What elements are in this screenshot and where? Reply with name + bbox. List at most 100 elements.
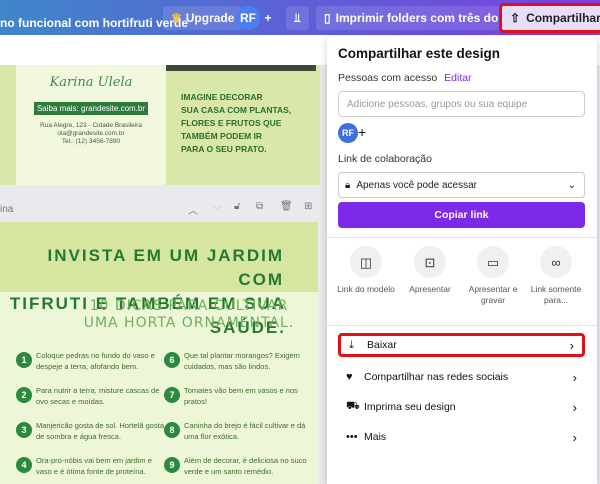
top-bar: no funcional com hortifruti verde ♛ Upgra… [0,0,600,35]
duplicate-icon[interactable]: ⧉ [256,201,263,212]
people-label: Pessoas com acesso Editar [338,72,472,84]
chevron-right-icon: › [569,337,574,353]
line: TAMBÉM PODEM IR [181,131,263,141]
access-value: Apenas você pode acessar [356,179,477,191]
avatar[interactable]: RF [338,123,358,143]
tip-number: 7 [164,387,180,403]
add-page-icon[interactable]: ⊞ [304,201,312,212]
email: ola@grandesite.com.br [57,130,125,137]
tip-item: 9 Além de decorar, é deliciosa no suco ve… [164,455,314,477]
line: PARA O SEU PRATO. [181,144,267,154]
analytics-icon[interactable]: ⫫ [286,6,309,30]
page-toolbar: ina ︿ ﹀ 🔓︎ ⧉ 🗑︎ ⊞ [0,190,325,220]
design-page-2[interactable]: INVISTA EM UM JARDIM COM TIFRUTI E TAMBÉM… [0,222,318,484]
imagine-text: IMAGINE DECORAR SUA CASA COM PLANTAS, FLOR… [181,91,316,156]
contact-panel: Karina Ulela Saiba mais: grandesite.com.… [16,65,166,185]
tip-number: 3 [16,422,32,438]
tip-item: 8 Caninha do brejo é fácil cultivar e dá … [164,420,314,442]
heart-icon: ♥ [346,371,353,383]
signature: Karina Ulela [49,75,133,90]
sub-line: UMA HORTA ORNAMENTAL. [83,315,295,331]
chevron-down-icon[interactable]: ﹀ [212,202,222,217]
subheadline: 10 DICAS PARA CULTIVAR UMA HORTA ORNAMENT… [60,298,318,332]
upgrade-button[interactable]: ♛ Upgrade [163,6,243,30]
people-text: Pessoas com acesso [338,72,438,84]
template-icon: ◫ [350,246,382,278]
option-label: Link do modelo [337,284,395,294]
plant-photo [166,65,316,71]
tip-item: 2 Para nutrir a terra, misture cascas de … [16,385,166,407]
crown-icon: ♛ [171,11,182,25]
lock-icon[interactable]: 🔓︎ [234,201,240,212]
upload-icon: ⇧ [510,11,521,25]
tip-item: 3 Manjericão gosta de sol. Hortelã gosta … [16,420,166,442]
tip-item: 1 Coloque pedras no fundo do vaso e despe… [16,350,166,372]
print-row[interactable]: ⛟ Imprima seu design › [338,395,585,419]
tip-number: 4 [16,457,32,473]
phone: Tel.: (12) 3456-7890 [61,138,121,145]
present-record-option[interactable]: ▭ Apresentar e gravar [462,246,524,306]
add-person-button[interactable]: + [258,6,278,30]
website-banner: Saiba mais: grandesite.com.br [33,102,149,115]
download-row[interactable]: ⤓ Baixar › [338,333,585,357]
row-label: Mais [364,431,387,443]
share-panel: Compartilhar este design Pessoas com ace… [327,36,597,484]
map-icon: ▯ [324,11,331,25]
tip-item: 4 Ora-pro-nóbis vai bem em jardim e vaso … [16,455,166,477]
tip-number: 9 [164,457,180,473]
download-icon: ⤓ [349,338,354,351]
design-page-1[interactable]: Karina Ulela Saiba mais: grandesite.com.… [0,65,320,185]
link-icon: ∞ [540,246,572,278]
collab-label: Link de colaboração [338,153,432,165]
headline-line: INVISTA EM UM JARDIM COM [47,246,284,289]
chevron-right-icon: › [572,399,577,415]
share-button[interactable]: ⇧ Compartilhar [499,3,600,33]
tip-number: 2 [16,387,32,403]
tip-item: 7 Tomates vão bem em vasos e nos pratos! [164,385,314,407]
line: SUA CASA COM PLANTAS, [181,105,292,115]
row-label: Imprima seu design [364,401,456,413]
divider [327,237,597,238]
design-title[interactable]: no funcional com hortifruti verde [0,11,188,35]
more-icon: ••• [346,431,358,443]
tip-number: 1 [16,352,32,368]
more-row[interactable]: ••• Mais › [338,425,585,449]
tip-text: Além de decorar, é deliciosa no suco ver… [184,456,307,476]
add-person-icon[interactable]: + [358,124,366,140]
line: FLORES E FRUTOS QUE [181,118,282,128]
imagine-panel: IMAGINE DECORAR SUA CASA COM PLANTAS, FLOR… [166,65,316,185]
access-select[interactable]: 🔒︎ Apenas você pode acessar ⌄ [338,172,585,198]
tip-number: 6 [164,352,180,368]
present-option[interactable]: ⊡ Apresentar [399,246,461,295]
add-people-input[interactable]: Adicione pessoas, grupos ou sua equipe [338,91,585,117]
headline: INVISTA EM UM JARDIM COM TIFRUTI E TAMBÉM… [0,222,318,337]
option-label: Apresentar e gravar [468,284,518,305]
copy-link-button[interactable]: Copiar link [338,202,585,228]
camera-icon: ▭ [477,246,509,278]
lock-icon: 🔒︎ [345,179,351,191]
tip-text: Tomates vão bem em vasos e nos pratos! [184,386,298,406]
template-link-option[interactable]: ◫ Link do modelo [335,246,397,295]
chevron-right-icon: › [572,429,577,445]
page-label: ina [0,204,14,215]
line: IMAGINE DECORAR [181,92,263,102]
tip-text: Ora-pro-nóbis vai bem em jardim e vaso e… [36,456,152,476]
row-label: Compartilhar nas redes sociais [364,371,509,383]
presentation-icon: ⊡ [414,246,446,278]
tip-text: Coloque pedras no fundo do vaso e despej… [36,351,155,371]
social-share-row[interactable]: ♥ Compartilhar nas redes sociais › [338,365,585,389]
chevron-up-icon[interactable]: ︿ [188,202,198,217]
edit-link[interactable]: Editar [444,72,471,84]
tip-text: Que tal plantar morangos? Exigem cuidado… [184,351,300,371]
view-only-link-option[interactable]: ∞ Link somente para... [525,246,587,306]
divider [327,325,597,326]
option-label: Apresentar [409,284,451,294]
tip-text: Caninha do brejo é fácil cultivar e dá u… [184,421,306,441]
address: Rua Alegre, 123 - Cidade Brasileira [40,122,142,129]
trash-icon[interactable]: 🗑︎ [280,201,293,212]
tip-text: Para nutrir a terra, misture cascas de o… [36,386,160,406]
sub-line: 10 DICAS PARA CULTIVAR [89,298,289,314]
avatar[interactable]: RF [236,6,260,30]
panel-title: Compartilhar este design [338,46,501,61]
truck-icon: ⛟ [346,400,360,412]
